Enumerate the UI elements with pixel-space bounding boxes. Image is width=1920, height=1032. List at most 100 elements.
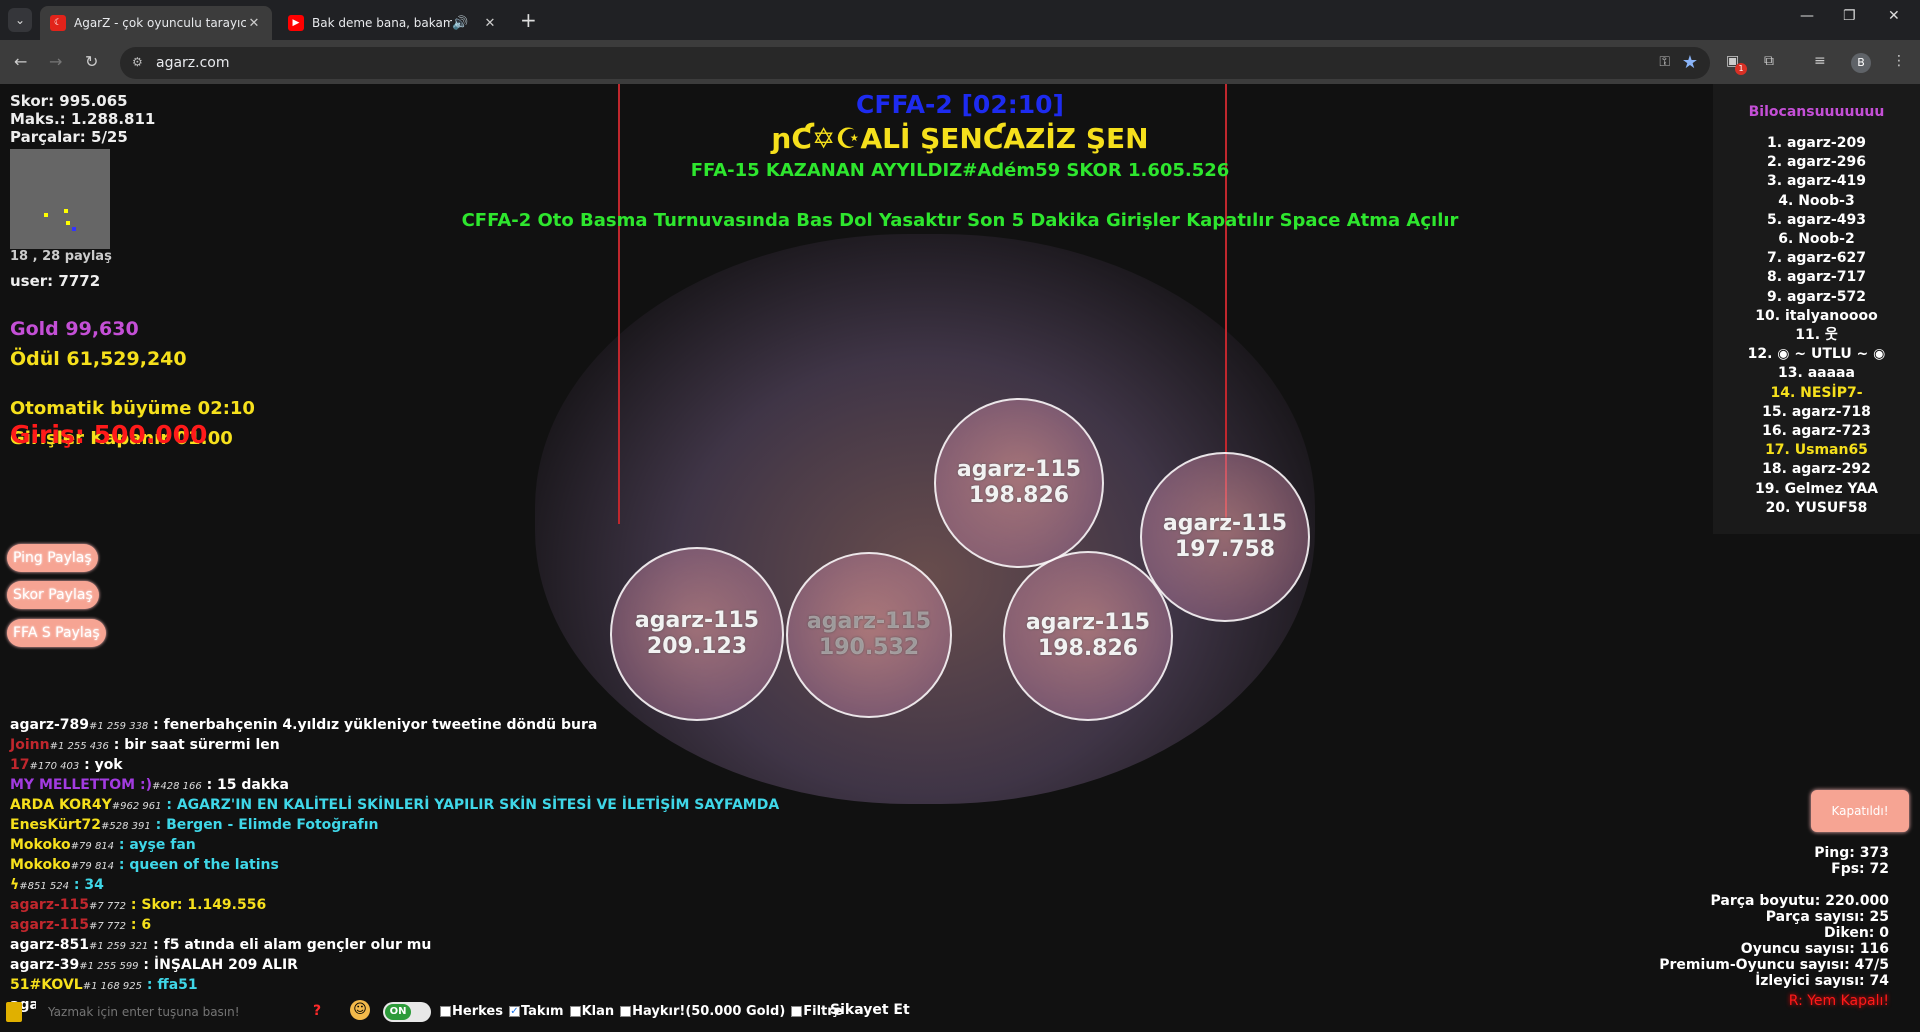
chat-sender[interactable]: agarz-115 [10,917,89,933]
tab-youtube[interactable]: ▶ Bak deme bana, bakamam gözlerine 🔊 ✕ [278,6,508,40]
chat-sender-id: #1 255 599 [79,961,139,972]
leaderboard-entry: 20. YUSUF58 [1765,499,1868,516]
browser-tab-bar: ⌄ ☾ AgarZ - çok oyunculu tarayıcı oyunu … [0,0,1920,40]
chat-log: agarz-789#1 259 338 : fenerbahçenin 4.yı… [10,716,779,1016]
media-queue-icon[interactable]: ≡ [1814,53,1826,69]
chat-message: ϟ#851 524 : 34 [10,876,779,896]
chat-sender-id: #428 166 [151,781,202,792]
emoji-icon[interactable]: ☺ [350,1000,370,1020]
chat-message: Mokoko#79 814 : ayşe fan [10,836,779,856]
chat-sender[interactable]: Joinn [10,737,50,753]
leaderboard-entry: 1. agarz-209 [1767,135,1866,151]
chat-message: agarz-789#1 259 338 : fenerbahçenin 4.yı… [10,716,779,736]
back-icon[interactable]: ← [14,52,27,71]
chat-text: : 15 dakka [201,777,289,793]
leaderboard-entry: 14. NESİP7- [1770,384,1863,401]
filter-label: Herkes [452,1004,503,1019]
chat-text: : queen of the latins [114,857,279,873]
minimap-dot [64,209,68,213]
speaker-icon[interactable]: 🔊 [452,16,468,31]
new-tab-button[interactable]: + [520,8,537,32]
chat-sender[interactable]: agarz-39 [10,957,79,973]
chat-sender[interactable]: MY MELLETTOM :) [10,777,152,793]
user-id: user: 7772 [10,272,101,290]
leaderboard-entry: 16. agarz-723 [1762,423,1871,440]
filter-checkbox[interactable]: Haykır!(50.000 Gold) [620,1004,785,1019]
chat-sender[interactable]: 51#KOVL [10,977,83,993]
url-text[interactable]: agarz.com [156,55,230,71]
chat-input[interactable] [36,998,326,1026]
toggle-switch[interactable]: ON [383,1002,431,1022]
checkbox-icon[interactable] [620,1006,632,1017]
site-info-icon[interactable]: ⚙ [132,55,143,69]
closed-button[interactable]: Kapatıldı! [1811,790,1909,832]
password-key-icon[interactable]: ⚿ [1659,54,1670,70]
filter-checkbox[interactable]: ✓ Takım [508,1004,564,1019]
chat-sender-id: #79 814 [70,861,115,872]
chat-text: : ayşe fan [114,837,196,853]
chat-sender-id: #170 403 [29,761,80,772]
minimap [10,149,110,249]
leaderboard-entry: 11. 웃 [1795,327,1838,344]
chat-sender[interactable]: EnesKürt72 [10,817,101,833]
chat-sender[interactable]: ϟ [10,877,19,893]
extension-badge-count: 1 [1735,63,1747,75]
player-cell: agarz-115 198.826 [934,398,1104,568]
cell-mass: 190.532 [818,635,920,660]
chat-message: Mokoko#79 814 : queen of the latins [10,856,779,876]
leaderboard-title: Bilocansuuuuuuu [1748,104,1885,120]
complaint-link[interactable]: Şikayet Et [830,1002,910,1018]
reload-icon[interactable]: ↻ [85,52,98,71]
filter-checkbox[interactable]: Klan [569,1004,614,1019]
cell-mass: 198.826 [968,483,1070,508]
tab-agarz[interactable]: ☾ AgarZ - çok oyunculu tarayıcı oyunu ✕ [40,6,272,40]
forward-icon[interactable]: → [49,52,62,71]
profile-avatar[interactable]: B [1851,53,1871,73]
chat-message: agarz-115#7 772 : 6 [10,916,779,936]
leaderboard-entry: 5. agarz-493 [1767,211,1866,228]
player-cell: agarz-115 209.123 [610,547,784,721]
ping-share-button[interactable]: Ping Paylaş [7,544,98,572]
checkbox-icon[interactable] [569,1006,581,1017]
bookmark-star-icon[interactable]: ★ [1682,52,1698,73]
leaderboard-entry: 18. agarz-292 [1762,461,1871,478]
chat-message: MY MELLETTOM :)#428 166 : 15 dakka [10,776,779,796]
address-bar[interactable]: ⚙ agarz.com ⚿ ★ [120,47,1710,79]
chat-message: ARDA KOR4Y#962 961 : AGARZ'IN EN KALİTEL… [10,796,779,816]
score-share-button[interactable]: Skor Paylaş [7,581,99,609]
close-tab-icon[interactable]: ✕ [246,16,262,31]
chat-text: : 34 [68,877,104,893]
checked-box-icon[interactable]: ✓ [508,1006,520,1017]
tab-title: Bak deme bana, bakamam gözlerine [312,16,452,30]
chat-sender-id: #79 814 [70,841,115,852]
game-canvas[interactable]: agarz-115 198.826 agarz-115 197.758 agar… [0,84,1920,1032]
ffa-share-button[interactable]: FFA S Paylaş [7,619,106,647]
leaderboard-entry: 17. Usman65 [1765,442,1868,459]
extensions-puzzle-icon[interactable]: ⧉ [1764,53,1774,69]
minimize-icon[interactable]: — [1800,8,1814,24]
leaderboard-entry: 6. Noob-2 [1778,231,1855,248]
piece-size-stat: Parça boyutu: 220.000 [1710,893,1890,909]
chat-sender-id: #528 391 [101,821,151,832]
cell-name: agarz-115 [806,609,932,634]
checkbox-icon[interactable] [440,1006,451,1017]
channel-filters: Herkes ✓ Takım Klan Haykır!(50.000 Gold) Filt… [440,1004,847,1019]
close-tab-icon[interactable]: ✕ [482,16,498,31]
filter-checkbox[interactable]: Herkes [440,1004,503,1019]
help-icon[interactable]: ? [313,1003,321,1019]
chat-sender[interactable]: agarz-789 [10,717,89,733]
chat-sender[interactable]: agarz-115 [10,897,89,913]
trash-icon[interactable] [6,1002,22,1022]
chat-sender[interactable]: 17 [10,757,29,773]
chat-sender[interactable]: agarz-851 [10,937,89,953]
chat-text: : f5 atında eli alam gençler olur mu [148,937,432,953]
checkbox-icon[interactable] [791,1006,803,1017]
chat-sender[interactable]: ARDA KOR4Y [10,797,112,813]
menu-kebab-icon[interactable]: ⋮ [1892,53,1906,69]
chat-sender[interactable]: Mokoko [10,837,71,853]
chat-sender[interactable]: Mokoko [10,857,71,873]
minimap-dot [44,213,48,217]
tab-search-button[interactable]: ⌄ [8,8,32,32]
restore-icon[interactable]: ❐ [1843,8,1856,24]
close-window-icon[interactable]: ✕ [1888,8,1900,24]
